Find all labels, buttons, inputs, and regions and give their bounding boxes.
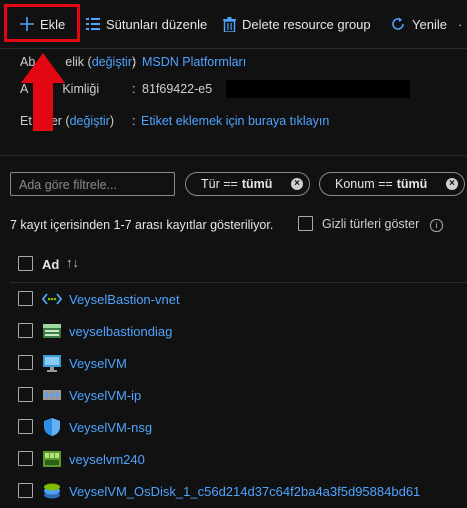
resource-name-link[interactable]: VeyselVM-nsg: [69, 420, 152, 435]
tags-colon: :: [132, 114, 136, 128]
subscription-change-link[interactable]: değiştir: [92, 55, 132, 69]
delete-resource-group-button[interactable]: Delete resource group: [223, 6, 371, 42]
edit-columns-label: Sütunları düzenle: [106, 16, 208, 32]
row-checkbox[interactable]: [18, 387, 33, 402]
section-divider: [0, 155, 467, 156]
resource-name-link[interactable]: VeyselVM-ip: [69, 388, 141, 403]
network-interface-icon: [43, 451, 61, 467]
type-filter-prefix: Tür ==: [201, 177, 238, 191]
refresh-button[interactable]: Yenile: [390, 6, 447, 42]
virtual-machine-icon: [43, 355, 61, 372]
refresh-label: Yenile: [412, 16, 447, 32]
row-checkbox[interactable]: [18, 451, 33, 466]
column-header-name[interactable]: Ad: [42, 257, 59, 272]
row-checkbox[interactable]: [18, 419, 33, 434]
record-count-text: 7 kayıt içerisinden 1-7 arası kayıtlar g…: [10, 218, 274, 232]
location-filter-clear-icon[interactable]: ×: [446, 178, 458, 190]
table-row[interactable]: VeyselVM-ip: [0, 379, 467, 411]
list-columns-icon: [86, 18, 100, 30]
annotation-highlight-box: [4, 4, 80, 42]
table-row[interactable]: VeyselBastion-vnet: [0, 283, 467, 315]
edit-columns-button[interactable]: Sütunları düzenle: [86, 6, 207, 42]
show-hidden-types-label: Gizli türleri göster: [322, 217, 420, 231]
subscription-id-value: 81f69422-e5: [142, 82, 213, 96]
name-filter-placeholder: Ada göre filtrele...: [19, 178, 117, 192]
select-all-checkbox[interactable]: [18, 256, 33, 271]
redaction-bar: [226, 80, 410, 98]
location-filter-value: tümü: [396, 177, 428, 191]
table-row[interactable]: VeyselVM: [0, 347, 467, 379]
table-row[interactable]: VeyselVM_OsDisk_1_c56d214d37c64f2ba4a3f5…: [0, 475, 467, 507]
public-ip-icon: [43, 390, 61, 400]
type-filter-value: tümü: [241, 177, 273, 191]
row-checkbox[interactable]: [18, 291, 33, 306]
resource-name-link[interactable]: VeyselVM: [69, 356, 127, 371]
disk-icon: [44, 483, 60, 499]
location-filter-pill[interactable]: Konum == tümü ×: [319, 172, 465, 196]
annotation-arrow-up-icon: [21, 53, 65, 131]
type-filter-clear-icon[interactable]: ×: [291, 178, 303, 190]
vnet-icon: [42, 293, 62, 305]
resource-name-link[interactable]: VeyselVM_OsDisk_1_c56d214d37c64f2ba4a3f5…: [69, 484, 420, 499]
network-security-group-icon: [44, 418, 60, 436]
subscription-value-link[interactable]: MSDN Platformları: [142, 55, 246, 69]
row-checkbox[interactable]: [18, 323, 33, 338]
row-checkbox[interactable]: [18, 355, 33, 370]
command-bar: Ekle Sütunları düzenle Delete resource g…: [0, 0, 467, 48]
tags-change-link[interactable]: değiştir: [70, 114, 110, 128]
type-filter-pill[interactable]: Tür == tümü ×: [185, 172, 310, 196]
sort-arrows-icon[interactable]: ↑↓: [66, 255, 79, 270]
toolbar-divider: [0, 48, 467, 49]
trash-icon: [223, 16, 236, 32]
name-filter-input[interactable]: Ada göre filtrele...: [10, 172, 175, 196]
refresh-icon: [392, 17, 404, 30]
info-icon[interactable]: i: [430, 219, 443, 232]
table-row[interactable]: VeyselVM-nsg: [0, 411, 467, 443]
row-checkbox[interactable]: [18, 483, 33, 498]
location-filter-prefix: Konum ==: [335, 177, 393, 191]
delete-resource-group-label: Delete resource group: [242, 16, 371, 32]
add-tags-link[interactable]: Etiket eklemek için buraya tıklayın: [141, 114, 329, 128]
storage-account-icon: [43, 324, 61, 338]
table-row[interactable]: veyselvm240: [0, 443, 467, 475]
subscription-id-colon: :: [132, 82, 136, 96]
subscription-colon: :: [132, 55, 136, 69]
show-hidden-types-checkbox[interactable]: [298, 216, 313, 231]
table-row[interactable]: veyselbastiondiag: [0, 315, 467, 347]
resource-name-link[interactable]: veyselvm240: [69, 452, 145, 467]
more-commands-button[interactable]: ·: [458, 6, 462, 42]
more-dots-icon: ·: [458, 16, 463, 32]
resource-name-link[interactable]: VeyselBastion-vnet: [69, 292, 180, 307]
resource-name-link[interactable]: veyselbastiondiag: [69, 324, 172, 339]
